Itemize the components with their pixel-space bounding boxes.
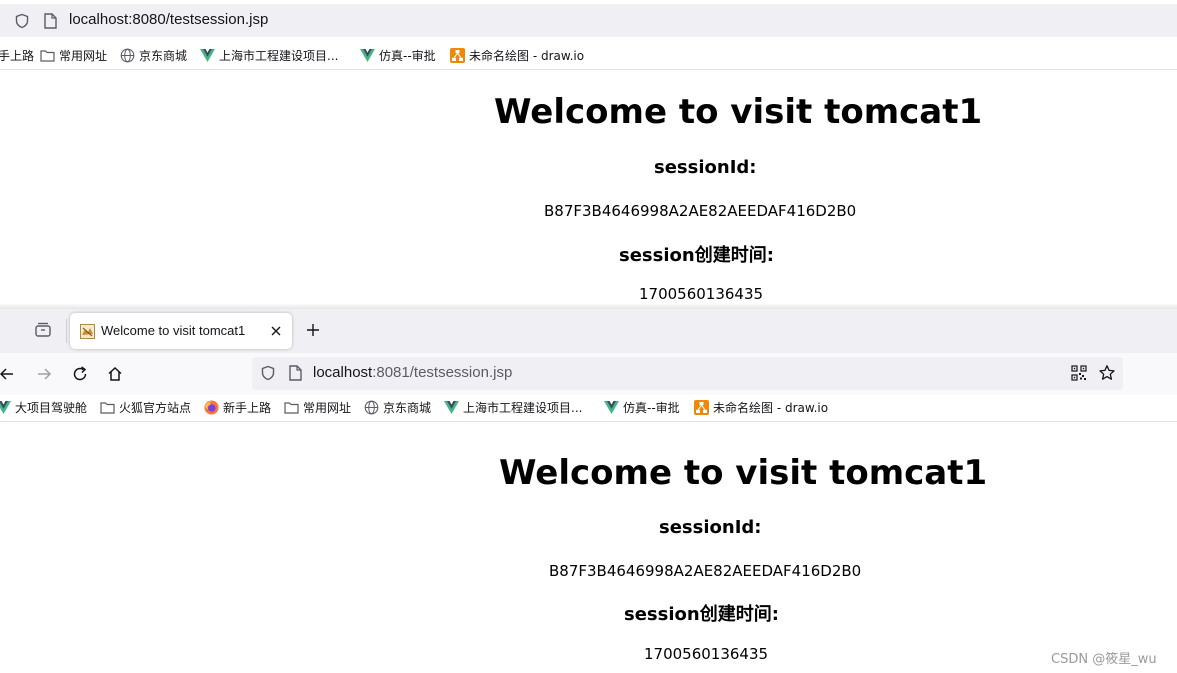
- bookmark-label: 未命名绘图 - draw.io: [469, 48, 585, 63]
- bookmark-jd-mall[interactable]: 京东商城: [364, 396, 431, 418]
- bookmark-shanghai-project[interactable]: 上海市工程建设项目...: [444, 396, 582, 418]
- session-created-value: 1700560136435: [639, 285, 764, 303]
- bookmark-common-sites[interactable]: 常用网址: [40, 44, 107, 66]
- navigation-toolbar: localhost:8081/testsession.jsp: [0, 353, 1177, 395]
- url-text[interactable]: localhost:8080/testsession.jsp: [69, 11, 268, 28]
- url-text[interactable]: localhost:8081/testsession.jsp: [313, 364, 512, 381]
- drawio-icon: [694, 399, 709, 415]
- tab-strip: Welcome to visit tomcat1: [0, 309, 1177, 353]
- page-heading: Welcome to visit tomcat1: [499, 453, 988, 493]
- vue-logo-icon: [200, 48, 215, 62]
- address-bar[interactable]: localhost:8081/testsession.jsp: [252, 357, 1123, 390]
- drawio-icon: [450, 47, 465, 63]
- folder-icon: [100, 401, 115, 414]
- browser-window-8080: localhost:8080/testsession.jsp 手上路 常用网址 …: [0, 0, 1177, 310]
- bookmark-label: 仿真--审批: [623, 400, 680, 415]
- back-arrow-icon[interactable]: [0, 365, 16, 383]
- folder-icon: [40, 49, 55, 62]
- list-all-tabs-icon[interactable]: [34, 321, 52, 339]
- page-content: Welcome to visit tomcat1 sessionId: B87F…: [0, 421, 1177, 673]
- tab-tomcat1[interactable]: Welcome to visit tomcat1: [70, 313, 292, 349]
- bookmark-label: 手上路: [0, 48, 35, 63]
- shield-icon[interactable]: [260, 365, 276, 381]
- session-id-value: B87F3B4646998A2AE82AEEDAF416D2B0: [549, 562, 862, 580]
- bookmark-label: 火狐官方站点: [119, 400, 192, 415]
- shield-icon[interactable]: [14, 13, 30, 29]
- vue-logo-icon: [0, 400, 11, 414]
- tab-divider: [66, 319, 67, 343]
- session-id-value: B87F3B4646998A2AE82AEEDAF416D2B0: [544, 202, 857, 220]
- page-content: Welcome to visit tomcat1 sessionId: B87F…: [0, 69, 1177, 310]
- url-path: :8081/testsession.jsp: [372, 364, 513, 381]
- bookmark-simulation-approval[interactable]: 仿真--审批: [360, 44, 436, 66]
- bookmark-label: 京东商城: [139, 48, 188, 63]
- bookmark-label: 常用网址: [59, 48, 108, 63]
- bookmark-label: 新手上路: [223, 400, 272, 415]
- bookmarks-toolbar: 大项目驾驶舱 火狐官方站点 新手上路 常用网址 京东商城 上海市工程建设项目..…: [0, 396, 1177, 418]
- bookmark-big-project-cockpit[interactable]: 大项目驾驶舱: [0, 396, 87, 418]
- bookmark-shanghai-project[interactable]: 上海市工程建设项目...: [200, 44, 338, 66]
- address-bar[interactable]: localhost:8080/testsession.jsp: [0, 4, 1177, 37]
- firefox-icon: [204, 400, 219, 414]
- bookmark-jd-mall[interactable]: 京东商城: [120, 44, 187, 66]
- bookmark-firefox-official[interactable]: 火狐官方站点: [100, 396, 191, 418]
- vue-logo-icon: [604, 400, 619, 414]
- bookmark-common-sites[interactable]: 常用网址: [284, 396, 351, 418]
- bookmark-label: 常用网址: [303, 400, 352, 415]
- bookmark-simulation-approval[interactable]: 仿真--审批: [604, 396, 680, 418]
- session-created-value: 1700560136435: [644, 645, 769, 663]
- bookmark-label: 京东商城: [383, 400, 432, 415]
- globe-icon: [364, 400, 379, 414]
- bookmark-drawio[interactable]: 未命名绘图 - draw.io: [450, 44, 584, 66]
- csdn-watermark: CSDN @筱星_wu: [1051, 652, 1157, 667]
- bookmarks-toolbar: 手上路 常用网址 京东商城 上海市工程建设项目... 仿真--审批 未命名绘图 …: [0, 44, 1177, 66]
- session-id-label: sessionId:: [659, 517, 762, 538]
- session-created-label: session创建时间:: [619, 245, 774, 266]
- url-host: localhost: [313, 364, 373, 381]
- bookmark-new-user-guide[interactable]: 新手上路: [204, 396, 271, 418]
- bookmark-star-icon[interactable]: [1098, 364, 1116, 382]
- browser-window-8081: Welcome to visit tomcat1 localhost:8081/…: [0, 303, 1177, 673]
- new-tab-plus-icon[interactable]: [305, 322, 321, 338]
- bookmark-label: 大项目驾驶舱: [15, 400, 88, 415]
- folder-icon: [284, 401, 299, 414]
- page-icon: [289, 365, 302, 381]
- globe-icon: [120, 48, 135, 62]
- qr-code-icon[interactable]: [1071, 365, 1087, 381]
- forward-arrow-icon[interactable]: [35, 365, 53, 383]
- page-icon: [44, 13, 57, 29]
- bookmark-new-user-guide[interactable]: 手上路: [0, 44, 34, 66]
- bookmark-label: 上海市工程建设项目...: [219, 48, 339, 63]
- session-id-label: sessionId:: [654, 157, 757, 178]
- tab-title: Welcome to visit tomcat1: [101, 323, 246, 338]
- vue-logo-icon: [444, 400, 459, 414]
- page-heading: Welcome to visit tomcat1: [494, 92, 983, 132]
- bookmark-label: 仿真--审批: [379, 48, 436, 63]
- close-tab-icon[interactable]: [268, 323, 284, 339]
- vue-logo-icon: [360, 48, 375, 62]
- bookmark-label: 未命名绘图 - draw.io: [713, 400, 829, 415]
- bookmark-label: 上海市工程建设项目...: [463, 400, 583, 415]
- home-icon[interactable]: [106, 365, 124, 383]
- bookmark-drawio[interactable]: 未命名绘图 - draw.io: [694, 396, 828, 418]
- reload-icon[interactable]: [71, 365, 89, 383]
- session-created-label: session创建时间:: [624, 604, 779, 625]
- tomcat-favicon-icon: [80, 324, 95, 339]
